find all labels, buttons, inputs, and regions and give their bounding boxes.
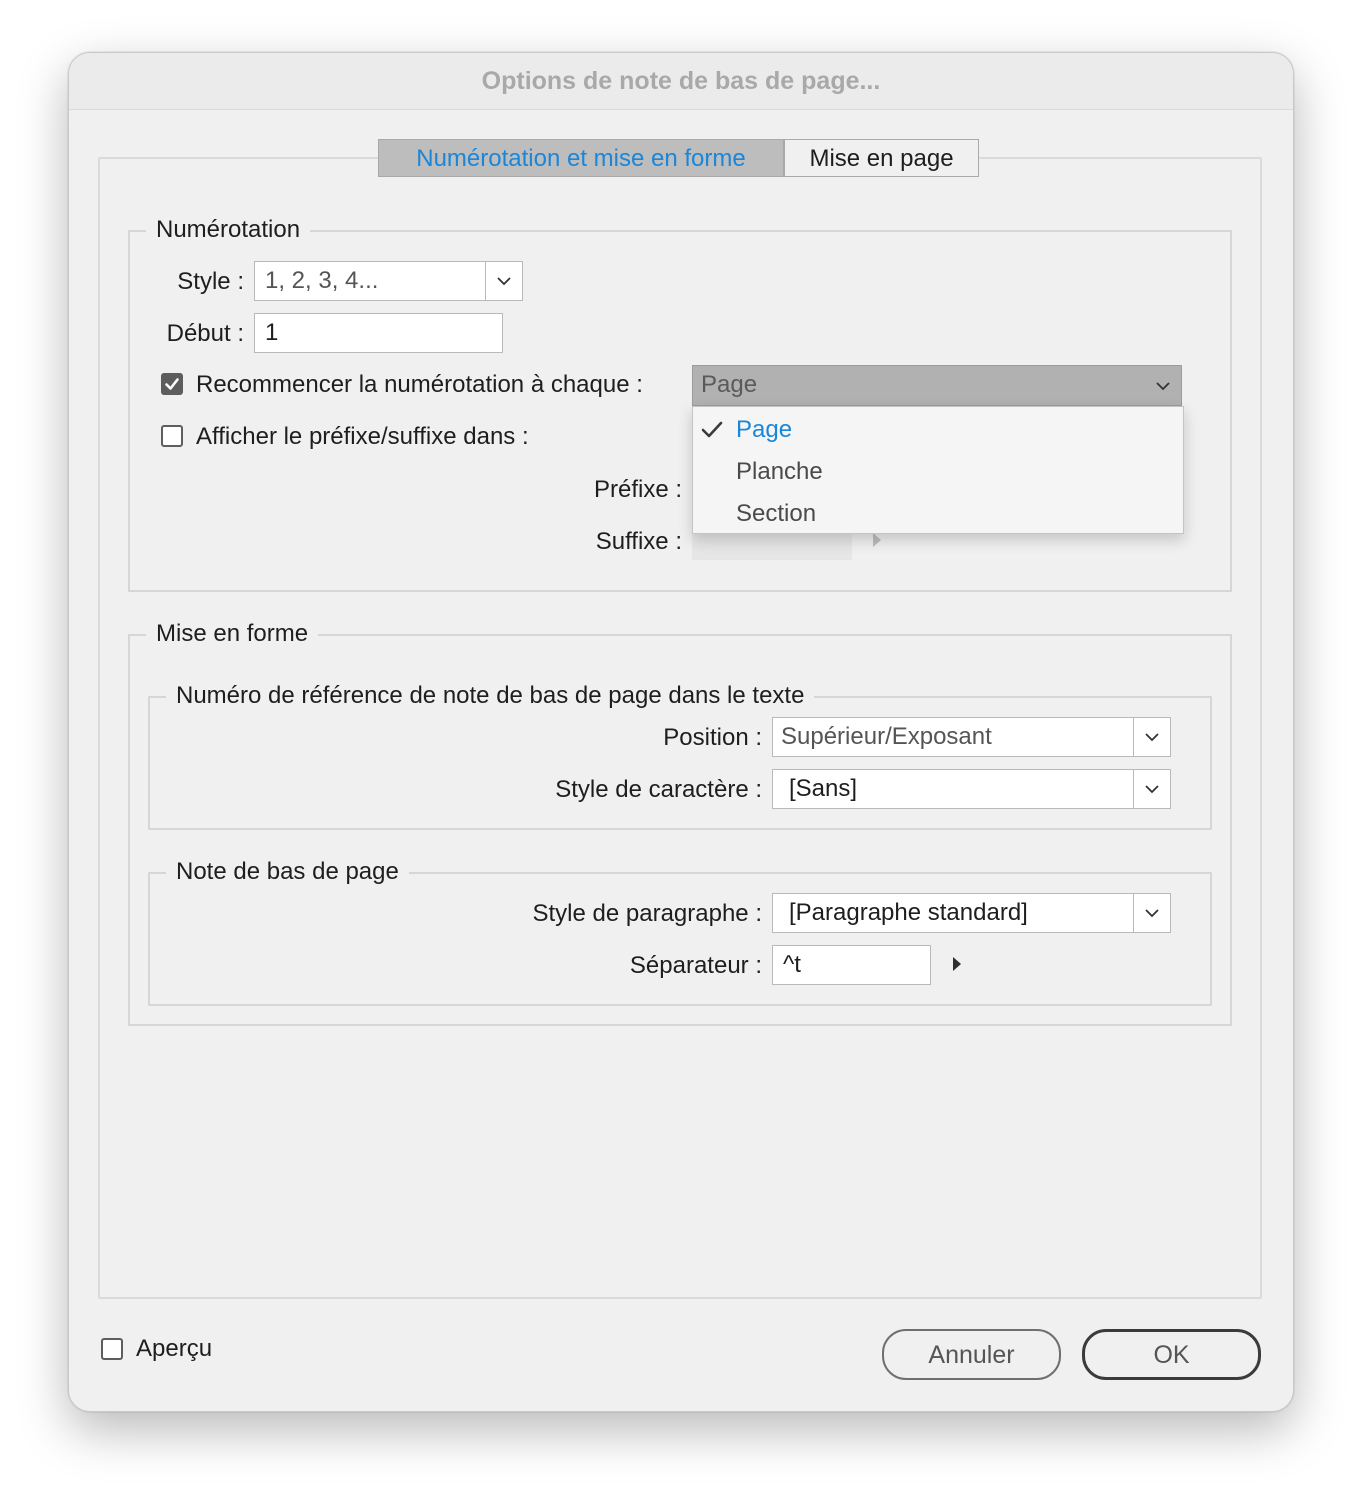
tab-numbering-formatting[interactable]: Numérotation et mise en forme [378, 139, 784, 177]
numbering-style-value: 1, 2, 3, 4... [265, 267, 379, 294]
preview-checkbox[interactable] [101, 1338, 123, 1360]
style-label: Style : [177, 268, 244, 295]
checkmark-icon [165, 378, 179, 390]
prefix-suffix-label: Afficher le préfixe/suffixe dans : [196, 423, 529, 450]
tab-label: Numérotation et mise en forme [416, 145, 746, 172]
numbering-style-select[interactable]: 1, 2, 3, 4... [254, 261, 523, 301]
separator-field[interactable]: ^t [772, 945, 931, 985]
suffix-special-chars-arrow-icon [872, 532, 882, 553]
separator-label: Séparateur : [629, 952, 762, 979]
start-label: Début : [166, 320, 244, 347]
menu-item-section[interactable]: Section [693, 493, 1183, 535]
restart-numbering-select[interactable]: Page [692, 365, 1182, 406]
menu-item-planche[interactable]: Planche [693, 451, 1183, 493]
restart-numbering-label: Recommencer la numérotation à chaque : [196, 371, 643, 398]
numbering-legend: Numérotation [146, 214, 311, 246]
menu-item-label: Page [736, 416, 793, 443]
cancel-button[interactable]: Annuler [882, 1329, 1061, 1380]
position-label: Position : [663, 724, 762, 751]
char-style-label: Style de caractère : [555, 776, 762, 803]
menu-item-page[interactable]: Page [693, 409, 1183, 451]
preview-label: Aperçu [136, 1335, 213, 1362]
restart-numbering-menu: Page Planche Section [692, 406, 1184, 534]
footnote-legend: Note de bas de page [166, 856, 409, 888]
prefix-suffix-checkbox[interactable] [161, 425, 183, 447]
checkmark-icon [701, 421, 723, 438]
chevron-down-icon [485, 262, 522, 300]
ok-button[interactable]: OK [1082, 1329, 1261, 1380]
chevron-down-icon [1145, 366, 1181, 405]
start-field[interactable]: 1 [254, 313, 503, 353]
formatting-legend: Mise en forme [146, 618, 319, 650]
char-style-value: [Sans] [789, 775, 858, 802]
chevron-down-icon [1133, 718, 1170, 756]
restart-numbering-value: Page [701, 371, 758, 398]
dialog-title: Options de note de bas de page... [69, 53, 1293, 110]
position-select[interactable]: Supérieur/Exposant [772, 717, 1171, 757]
restart-numbering-checkbox[interactable] [161, 373, 183, 395]
para-style-select[interactable]: [Paragraphe standard] [772, 893, 1171, 933]
suffix-label: Suffixe : [595, 528, 682, 555]
position-value: Supérieur/Exposant [781, 723, 992, 750]
menu-item-label: Planche [736, 458, 823, 485]
tab-layout[interactable]: Mise en page [784, 139, 979, 177]
separator-special-chars-arrow-icon[interactable] [952, 956, 962, 977]
prefix-label: Préfixe : [593, 476, 682, 503]
tab-label: Mise en page [809, 145, 954, 172]
reference-legend: Numéro de référence de note de bas de pa… [166, 680, 815, 712]
para-style-value: [Paragraphe standard] [789, 899, 1028, 926]
chevron-down-icon [1133, 894, 1170, 932]
chevron-down-icon [1133, 770, 1170, 808]
menu-item-label: Section [736, 500, 817, 527]
para-style-label: Style de paragraphe : [532, 900, 763, 927]
char-style-select[interactable]: [Sans] [772, 769, 1171, 809]
